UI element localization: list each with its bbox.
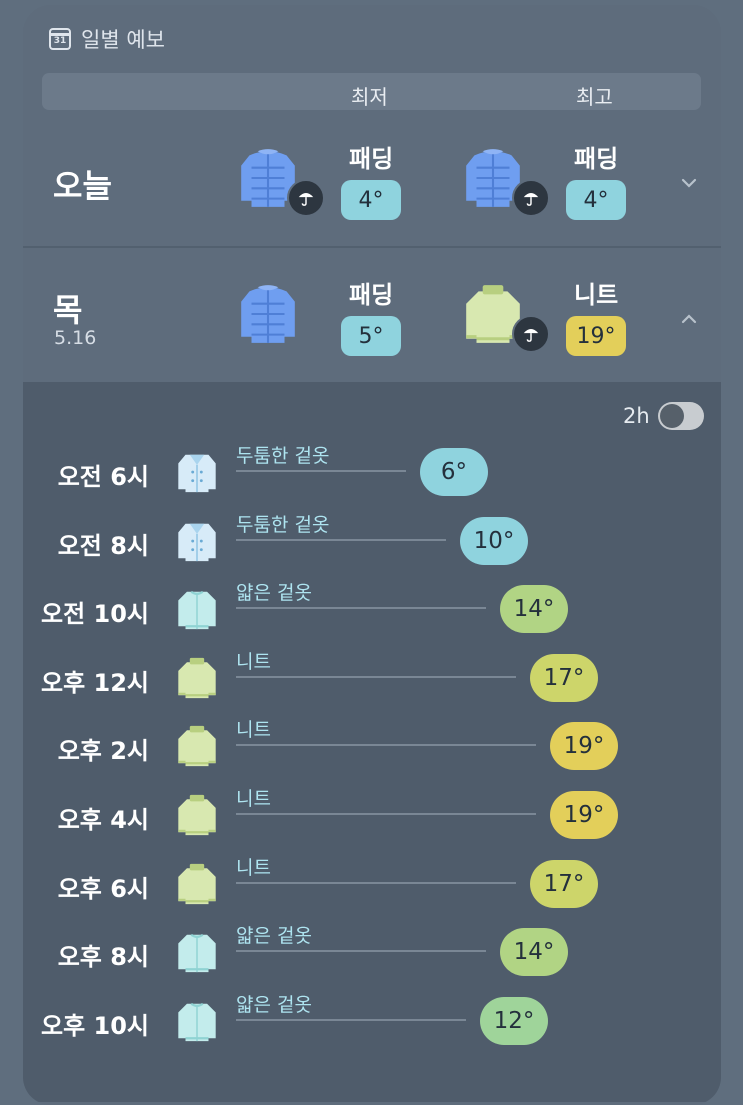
hour-clothing-label: 니트 — [236, 788, 271, 810]
hour-temp-bar — [236, 881, 516, 884]
min-temp-badge: 4° — [341, 180, 401, 220]
chevron-up-icon[interactable] — [679, 309, 701, 331]
knit-sweater-icon — [175, 861, 219, 907]
hourly-row: 오전 6시 두툼한 겉옷 6° — [23, 439, 721, 507]
hour-temp-badge: 6° — [420, 448, 488, 496]
daily-forecast-card: 31 일별 예보 최저 최고 오늘 패딩 4° 패딩 4° 목 5.16 패딩 5° 니트 19° … — [23, 5, 721, 1105]
hour-time: 오후 10시 — [41, 1011, 149, 1040]
hour-temp-bar — [236, 675, 516, 678]
max-temp-badge: 19° — [566, 316, 626, 356]
hour-time: 오전 10시 — [41, 600, 149, 629]
hour-temp-bar — [236, 744, 536, 747]
hour-temp-badge: 10° — [460, 516, 528, 565]
hour-temp-bar — [236, 470, 406, 472]
hourly-row: 오후 12시 니트 17° — [23, 645, 721, 713]
hour-temp-badge: 12° — [480, 996, 548, 1045]
knit-sweater-icon — [175, 655, 219, 701]
min-clothing-label: 패딩 — [349, 145, 394, 173]
hour-clothing-label: 니트 — [236, 856, 271, 879]
hour-temp-badge: 14° — [500, 585, 568, 634]
day-label: 오늘 — [53, 167, 112, 205]
chevron-down-icon[interactable] — [679, 173, 701, 195]
hour-temp-bar — [236, 538, 446, 541]
thick-coat-icon — [175, 518, 219, 564]
hour-time: 오전 8시 — [57, 531, 149, 560]
hourly-row: 오후 6시 니트 17° — [23, 851, 721, 919]
card-title: 일별 예보 — [81, 28, 165, 52]
hour-time: 오후 4시 — [57, 806, 149, 834]
hourly-row: 오후 2시 니트 19° — [23, 713, 721, 781]
hour-clothing-label: 니트 — [236, 650, 271, 673]
column-header: 최저 최고 — [42, 73, 701, 110]
min-clothing-label: 패딩 — [349, 281, 394, 309]
light-jacket-icon — [175, 998, 219, 1044]
hour-time: 오후 2시 — [57, 737, 149, 766]
umbrella-icon — [512, 179, 550, 217]
hour-temp-bar — [236, 607, 486, 610]
hour-temp-bar — [236, 1018, 466, 1021]
hourly-row: 오전 8시 두툼한 겉옷 10° — [23, 508, 721, 576]
day-label: 목 — [53, 291, 83, 329]
padded-jacket-icon — [237, 281, 299, 347]
hourly-row: 오전 10시 얇은 겉옷 14° — [23, 576, 721, 644]
hour-temp-badge: 17° — [530, 653, 598, 702]
hourly-row: 오후 8시 얇은 겉옷 14° — [23, 919, 721, 987]
hourly-row: 오후 10시 얇은 겉옷 12° — [23, 988, 721, 1056]
thick-coat-icon — [175, 449, 219, 495]
interval-label: 2h — [623, 404, 650, 428]
hour-temp-badge: 17° — [530, 859, 598, 908]
hour-temp-badge: 14° — [500, 928, 568, 977]
toggle-switch[interactable] — [657, 402, 704, 430]
knit-sweater-icon — [175, 723, 219, 769]
min-temp-badge: 5° — [341, 316, 401, 356]
day-row[interactable]: 목 5.16 패딩 5° 니트 19° — [23, 247, 721, 382]
hour-temp-badge: 19° — [550, 722, 618, 771]
light-jacket-icon — [175, 586, 219, 632]
hourly-forecast-panel: 2h 오전 6시 두툼한 겉옷 6° 오전 8시 두툼한 겉옷 10° 오전 10시 얇은 겉… — [23, 382, 721, 1102]
toggle-knob — [659, 404, 684, 428]
hour-clothing-label: 얇은 겉옷 — [236, 925, 312, 948]
max-clothing-label: 니트 — [574, 281, 619, 309]
hour-time: 오전 6시 — [57, 463, 149, 491]
knit-sweater-icon — [175, 792, 219, 838]
umbrella-icon — [512, 315, 550, 353]
hour-clothing-label: 두툼한 겉옷 — [236, 445, 330, 467]
interval-toggle[interactable]: 2h — [623, 402, 704, 430]
hour-time: 오후 6시 — [57, 874, 149, 903]
hour-temp-badge: 19° — [550, 791, 618, 839]
card-header: 31 일별 예보 — [49, 25, 165, 53]
hourly-row: 오후 4시 니트 19° — [23, 782, 721, 850]
hour-clothing-label: 얇은 겉옷 — [236, 993, 312, 1016]
calendar-icon: 31 — [49, 28, 71, 50]
max-clothing-label: 패딩 — [574, 145, 619, 173]
hour-temp-bar — [236, 950, 486, 953]
hour-clothing-label: 얇은 겉옷 — [236, 582, 312, 605]
day-date: 5.16 — [54, 327, 97, 349]
max-column-label: 최고 — [576, 85, 613, 109]
hour-time: 오후 8시 — [57, 943, 149, 972]
max-temp-badge: 4° — [566, 180, 626, 220]
umbrella-icon — [287, 179, 325, 217]
hour-clothing-label: 니트 — [236, 719, 271, 742]
min-column-label: 최저 — [351, 85, 388, 109]
hour-clothing-label: 두툼한 겉옷 — [236, 513, 330, 536]
hour-time: 오후 12시 — [41, 668, 149, 697]
hour-temp-bar — [236, 813, 536, 815]
light-jacket-icon — [175, 929, 219, 975]
day-row[interactable]: 오늘 패딩 4° 패딩 4° — [23, 111, 721, 246]
